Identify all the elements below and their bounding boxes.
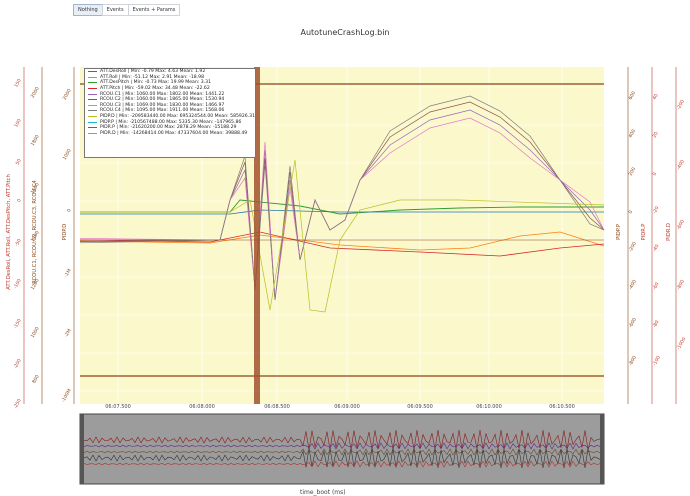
y-axis-title: PIDR.P xyxy=(641,224,647,241)
y-tick-label: -50 xyxy=(14,238,23,248)
legend-label: ATT.Pitch | Min: -59.02 Max: 34.48 Mean:… xyxy=(100,86,210,92)
x-tick-label: 06:10.000 xyxy=(476,404,502,410)
legend-swatch xyxy=(88,99,97,101)
x-tick-label: 06:07.500 xyxy=(105,404,131,410)
y-axis-title: PIDP.P xyxy=(616,224,622,240)
y-tick-label: 600 xyxy=(628,90,638,101)
y-tick-label: -1000 xyxy=(676,336,688,351)
y-tick-label: 150 xyxy=(13,78,23,89)
y-tick-label: 1000 xyxy=(62,148,73,161)
y-tick-label: 0 xyxy=(16,198,23,204)
y-tick-label: -20 xyxy=(652,205,661,215)
y-tick-label: 20 xyxy=(652,131,660,139)
y-tick-label: -40 xyxy=(652,243,661,253)
x-tick-label: 06:09.500 xyxy=(407,404,433,410)
legend-swatch xyxy=(88,132,97,134)
legend-swatch xyxy=(88,116,97,118)
legend-swatch xyxy=(88,110,97,112)
y-tick-label: -100M xyxy=(60,388,72,403)
legend-entry[interactable]: PIDR.P | Min: -21620200.00 Max: 2878.29 … xyxy=(85,125,255,131)
legend-swatch xyxy=(88,71,97,73)
x-tick-label: 06:08.000 xyxy=(189,404,215,410)
y-tick-label: 400 xyxy=(628,128,638,139)
y-tick-label: -2M xyxy=(63,328,72,338)
y-tick-label: -200 xyxy=(676,99,686,111)
legend-label: RCOU.C4 | Min: 1095.00 Max: 1911.00 Mean… xyxy=(100,108,225,114)
y-tick-label: -80 xyxy=(652,319,661,329)
range-handle-left xyxy=(80,414,84,484)
x-tick-label: 06:10.500 xyxy=(549,404,575,410)
y-tick-label: 2000 xyxy=(62,88,73,101)
y-axis-title: PIDP.D xyxy=(62,224,68,241)
y-tick-label: -800 xyxy=(628,355,638,367)
legend-label: ATT.DesRoll | Min: -0.79 Max: 4.63 Mean:… xyxy=(100,69,206,75)
legend-entry[interactable]: PIDP.D | Min: -209583440.00 Max: 6953245… xyxy=(85,114,255,120)
legend-label: PIDR.P | Min: -21620200.00 Max: 2878.29 … xyxy=(100,125,237,131)
x-axis-title: time_boot (ms) xyxy=(300,489,346,496)
y-tick-label: 40 xyxy=(652,93,660,101)
y-tick-label: -150 xyxy=(12,318,22,330)
legend-label: PIDP.D | Min: -209583440.00 Max: 6953245… xyxy=(100,114,256,120)
range-selector[interactable] xyxy=(79,413,605,485)
y-tick-label: 1800 xyxy=(30,134,41,147)
range-handle-right xyxy=(600,414,604,484)
y-tick-label: -400 xyxy=(628,279,638,291)
y-tick-label: 50 xyxy=(15,158,23,166)
y-axis-title: PIDR.D xyxy=(666,223,672,241)
y-axis-title: ATT.DesRoll, ATT.Roll, ATT.DesPitch, ATT… xyxy=(6,174,12,289)
y-tick-label: 800 xyxy=(31,374,41,385)
x-tick-label: 06:08.500 xyxy=(264,404,290,410)
legend-swatch xyxy=(88,88,97,90)
legend-swatch xyxy=(88,127,97,129)
y-tick-label: -100 xyxy=(12,278,22,290)
legend-label: PIDR.D | Min: -14268414.00 Max: 47337604… xyxy=(100,130,248,136)
y-tick-label: -200 xyxy=(12,358,22,370)
y-tick-label: -100 xyxy=(652,355,662,367)
y-tick-label: 0 xyxy=(652,171,659,177)
legend-swatch xyxy=(88,82,97,84)
legend-label: ATT.DesPitch | Min: -0.73 Max: 19.99 Mea… xyxy=(100,80,212,86)
legend-swatch xyxy=(88,104,97,106)
y-tick-label: -200 xyxy=(628,241,638,253)
legend-label: PIDP.P | Min: -210567488.00 Max: 5335.30… xyxy=(100,119,242,125)
y-tick-label: 2000 xyxy=(30,86,41,99)
legend-swatch xyxy=(88,76,97,78)
y-tick-label: 100 xyxy=(13,118,23,129)
legend-label: RCOU.C2 | Min: 1060.00 Max: 1865.00 Mean… xyxy=(100,97,225,103)
legend-swatch xyxy=(88,121,97,123)
y-tick-label: 1000 xyxy=(30,326,41,339)
x-tick-label: 06:09.000 xyxy=(334,404,360,410)
y-tick-label: 0 xyxy=(66,208,73,214)
y-tick-label: 200 xyxy=(628,166,638,177)
y-tick-label: -400 xyxy=(676,159,686,171)
y-tick-label: -600 xyxy=(628,317,638,329)
legend-swatch xyxy=(88,93,97,95)
y-tick-label: 0 xyxy=(628,209,635,215)
legend-entry[interactable]: PIDR.D | Min: -14268414.00 Max: 47337604… xyxy=(85,131,255,137)
y-tick-label: -1M xyxy=(63,268,72,278)
y-axis-title: RCOU.C1, RCOU.C2, RCOU.C3, RCOU.C4 xyxy=(32,180,38,284)
y-tick-label: -600 xyxy=(676,219,686,231)
y-tick-label: -250 xyxy=(12,398,22,410)
y-tick-label: -60 xyxy=(652,281,661,291)
legend: ATT.DesRoll | Min: -0.79 Max: 4.63 Mean:… xyxy=(84,68,256,158)
y-tick-label: -800 xyxy=(676,279,686,291)
legend-label: RCOU.C1 | Min: 1060.00 Max: 1802.00 Mean… xyxy=(100,91,225,97)
